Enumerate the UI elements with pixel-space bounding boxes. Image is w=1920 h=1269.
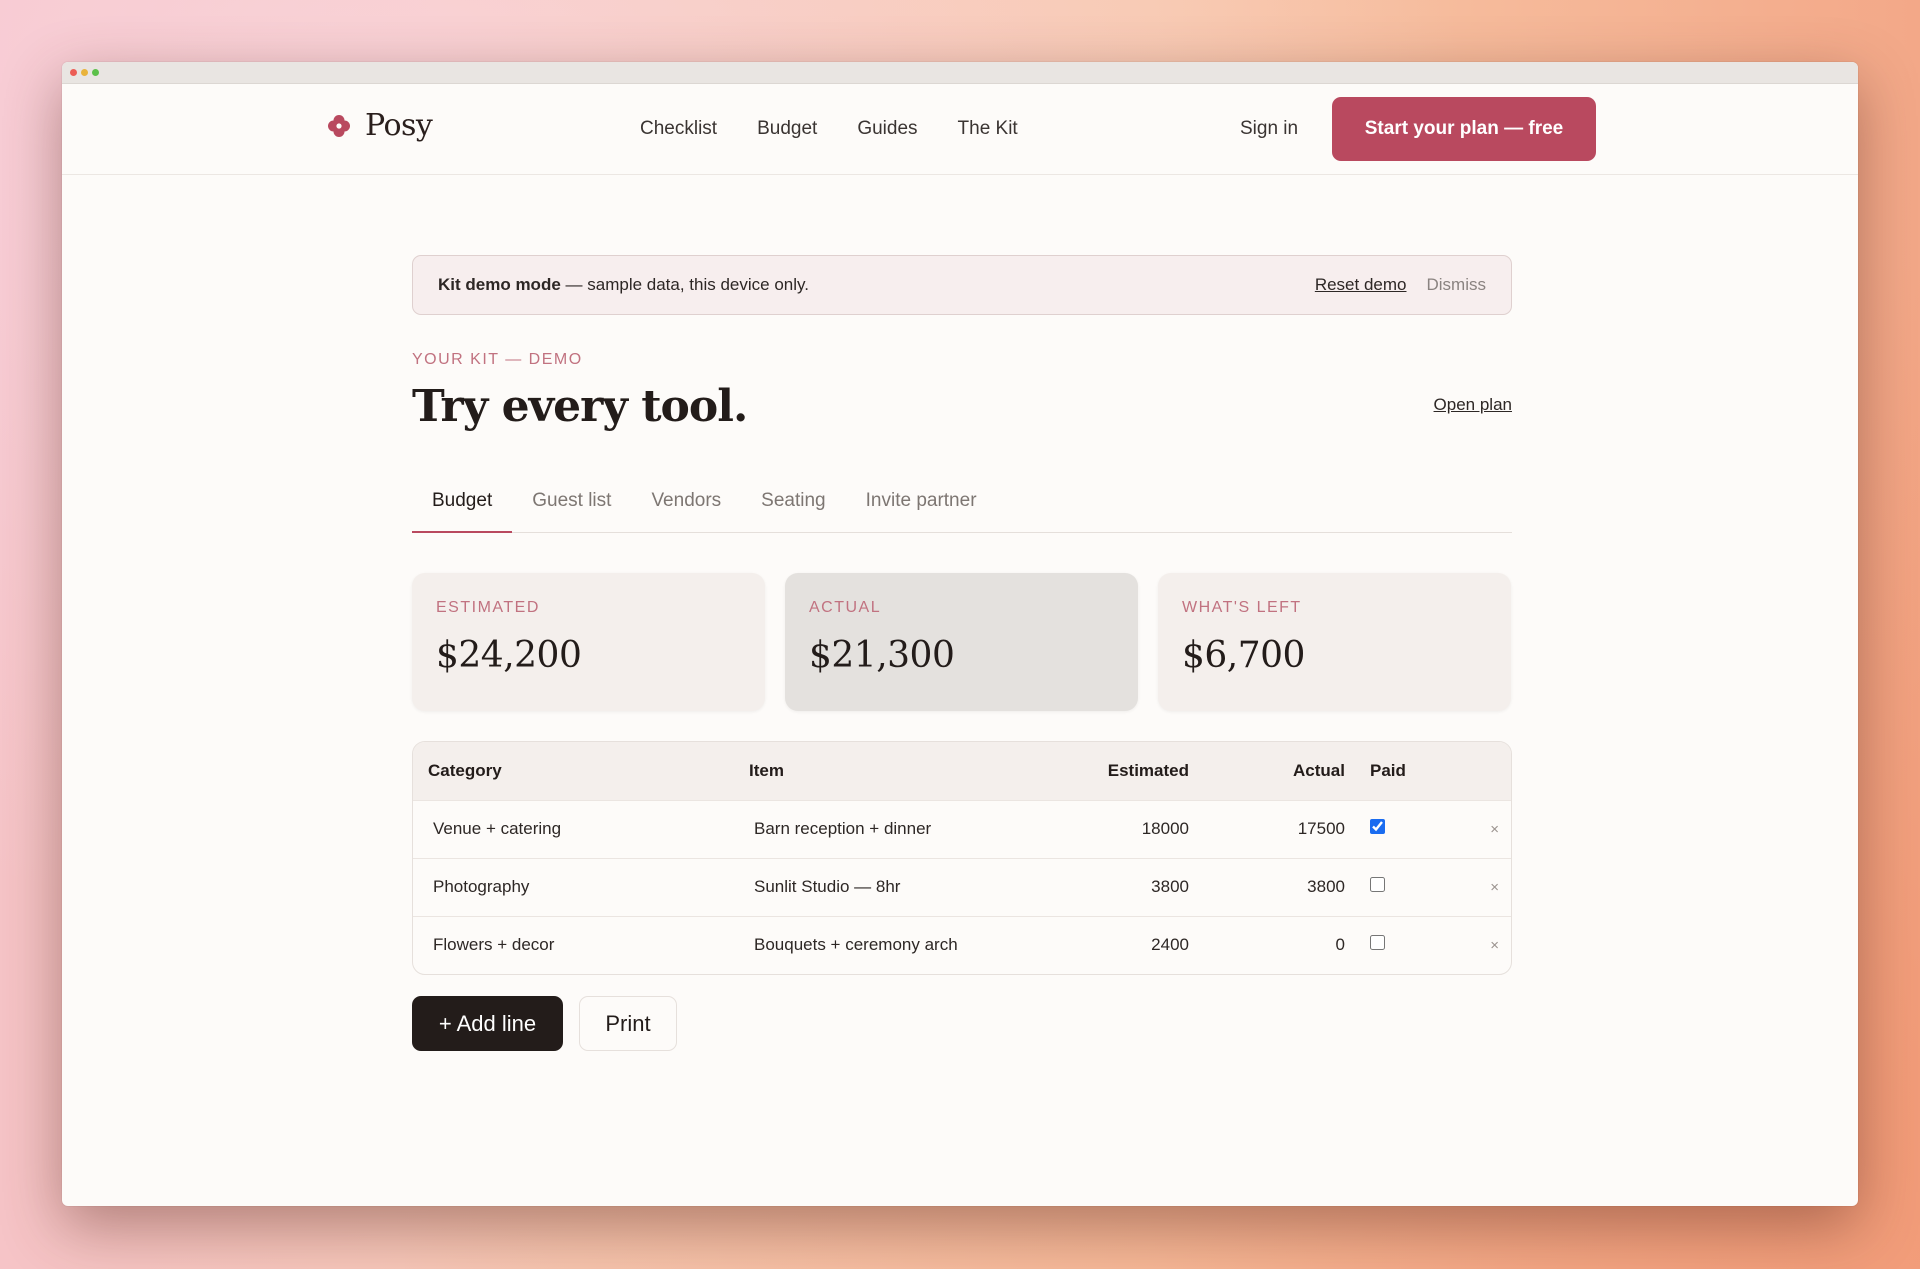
header-category: Category — [428, 760, 502, 780]
remove-row-icon[interactable]: × — [1439, 800, 1511, 858]
banner-actions: Reset demo Dismiss — [1315, 275, 1486, 295]
header-estimated: Estimated — [1107, 760, 1189, 780]
sign-in-link[interactable]: Sign in — [1240, 118, 1298, 140]
table-row: Flowers + decor Bouquets + ceremony arch… — [413, 916, 1511, 974]
flower-icon — [328, 114, 350, 137]
heading-row: Try every tool. Open plan — [412, 381, 1512, 441]
cell-estimated[interactable]: 18000 — [1039, 800, 1189, 858]
reset-demo-link[interactable]: Reset demo — [1315, 275, 1407, 295]
table-actions: + Add line Print — [412, 996, 1512, 1051]
cell-category[interactable]: Flowers + decor — [413, 916, 749, 974]
remove-row-icon[interactable]: × — [1439, 858, 1511, 916]
cell-actual[interactable]: 3800 — [1189, 858, 1345, 916]
tab-guest-list[interactable]: Guest list — [512, 479, 631, 532]
budget-table: Category Item Estimated Actual Paid Venu… — [412, 741, 1512, 975]
demo-banner: Kit demo mode — sample data, this device… — [412, 255, 1512, 315]
top-nav: Posy Checklist Budget Guides The Kit Sig… — [62, 84, 1858, 175]
tab-budget[interactable]: Budget — [412, 479, 513, 533]
tab-seating[interactable]: Seating — [741, 479, 845, 532]
nav-link-checklist[interactable]: Checklist — [640, 118, 717, 140]
minimize-window-icon[interactable] — [81, 69, 88, 76]
remove-row-icon[interactable]: × — [1439, 916, 1511, 974]
window-titlebar — [62, 62, 1858, 84]
print-button[interactable]: Print — [579, 996, 677, 1051]
nav-link-budget[interactable]: Budget — [757, 118, 817, 140]
add-line-button[interactable]: + Add line — [412, 996, 563, 1051]
header-remove — [1439, 742, 1511, 800]
cell-paid — [1345, 800, 1439, 858]
card-label: WHAT'S LEFT — [1182, 599, 1302, 616]
cell-item[interactable]: Sunlit Studio — 8hr — [749, 858, 1039, 916]
cell-estimated[interactable]: 3800 — [1039, 858, 1189, 916]
dismiss-link[interactable]: Dismiss — [1427, 275, 1487, 295]
paid-checkbox[interactable] — [1370, 819, 1385, 834]
cell-category[interactable]: Photography — [413, 858, 749, 916]
cell-estimated[interactable]: 2400 — [1039, 916, 1189, 974]
main-content: Kit demo mode — sample data, this device… — [412, 255, 1512, 1051]
browser-window: Posy Checklist Budget Guides The Kit Sig… — [62, 62, 1858, 1206]
tab-invite-partner[interactable]: Invite partner — [846, 479, 997, 532]
actual-card: ACTUAL $21,300 — [785, 573, 1138, 711]
nav-link-the-kit[interactable]: The Kit — [958, 118, 1018, 140]
header-actual: Actual — [1293, 760, 1345, 780]
tool-tabs: Budget Guest list Vendors Seating Invite… — [412, 479, 1512, 533]
card-value: $21,300 — [809, 635, 955, 676]
card-label: ACTUAL — [809, 599, 882, 616]
card-value: $24,200 — [436, 635, 582, 676]
table-row: Venue + catering Barn reception + dinner… — [413, 800, 1511, 858]
banner-text: — sample data, this device only. — [560, 275, 809, 294]
open-plan-link[interactable]: Open plan — [1434, 395, 1512, 415]
cell-actual[interactable]: 17500 — [1189, 800, 1345, 858]
close-window-icon[interactable] — [70, 69, 77, 76]
main-nav: Checklist Budget Guides The Kit — [640, 118, 1018, 140]
table-row: Photography Sunlit Studio — 8hr 3800 380… — [413, 858, 1511, 916]
whats-left-card: WHAT'S LEFT $6,700 — [1158, 573, 1511, 711]
cell-item[interactable]: Bouquets + ceremony arch — [749, 916, 1039, 974]
page-title: Try every tool. — [412, 381, 748, 432]
table-header-row: Category Item Estimated Actual Paid — [413, 742, 1511, 800]
summary-cards: ESTIMATED $24,200 ACTUAL $21,300 WHAT'S … — [412, 573, 1512, 711]
eyebrow: YOUR KIT — DEMO — [412, 351, 583, 368]
cell-item[interactable]: Barn reception + dinner — [749, 800, 1039, 858]
banner-message: Kit demo mode — sample data, this device… — [438, 275, 809, 295]
card-value: $6,700 — [1182, 635, 1305, 676]
card-label: ESTIMATED — [436, 599, 540, 616]
brand-logo[interactable]: Posy — [327, 108, 433, 143]
start-plan-button[interactable]: Start your plan — free — [1332, 97, 1596, 161]
estimated-card: ESTIMATED $24,200 — [412, 573, 765, 711]
header-paid: Paid — [1370, 760, 1406, 780]
header-item: Item — [749, 760, 784, 780]
cell-paid — [1345, 916, 1439, 974]
nav-link-guides[interactable]: Guides — [857, 118, 917, 140]
paid-checkbox[interactable] — [1370, 877, 1385, 892]
paid-checkbox[interactable] — [1370, 935, 1385, 951]
tab-vendors[interactable]: Vendors — [631, 479, 741, 532]
maximize-window-icon[interactable] — [92, 69, 99, 76]
brand-name: Posy — [365, 108, 433, 143]
cell-actual[interactable]: 0 — [1189, 916, 1345, 974]
cell-category[interactable]: Venue + catering — [413, 800, 749, 858]
cell-paid — [1345, 858, 1439, 916]
banner-bold: Kit demo mode — [438, 275, 561, 294]
